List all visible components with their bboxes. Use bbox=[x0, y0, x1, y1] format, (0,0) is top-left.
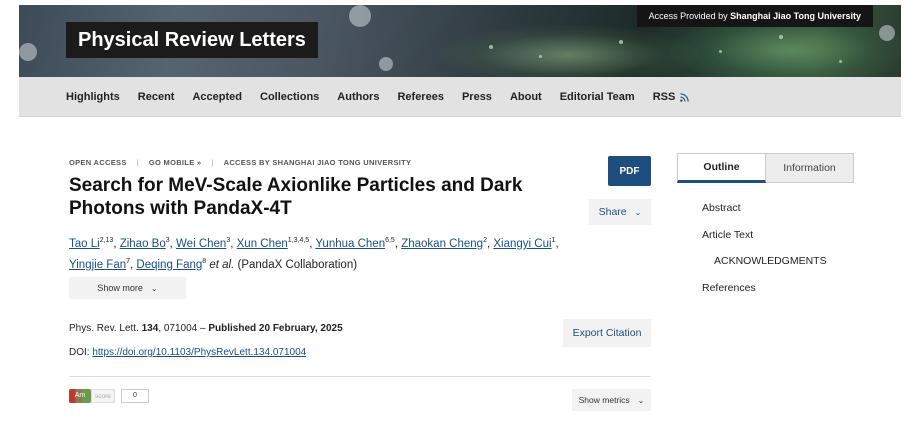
access-by-label: ACCESS BY SHANGHAI JIAO TONG UNIVERSITY bbox=[223, 158, 412, 167]
divider: | bbox=[211, 158, 214, 167]
doi-link[interactable]: https://doi.org/10.1103/PhysRevLett.134.… bbox=[92, 347, 306, 358]
article-meta-row: OPEN ACCESS | GO MOBILE » | ACCESS BY SH… bbox=[69, 158, 411, 167]
author-affiliation: 7 bbox=[126, 257, 131, 265]
access-institution: Shanghai Jiao Tong University bbox=[730, 11, 861, 21]
article-title: Search for MeV-Scale Axionlike Particles… bbox=[69, 175, 523, 219]
show-more-button[interactable]: Show more ⌄ bbox=[69, 277, 186, 299]
author-affiliation: 1,3,4,5 bbox=[287, 237, 310, 244]
nav-item-recent[interactable]: Recent bbox=[138, 91, 175, 103]
banner-speck bbox=[619, 40, 623, 44]
author-affiliation: 8 bbox=[202, 257, 207, 265]
author-link[interactable]: Tao Li bbox=[69, 238, 100, 250]
show-more-label: Show more bbox=[97, 283, 143, 293]
altmetric-badge-icon: Am bbox=[69, 389, 91, 403]
author-affiliation: 3 bbox=[226, 237, 231, 244]
author-link[interactable]: Zhaokan Cheng bbox=[401, 238, 483, 250]
outline-item-abstract[interactable]: Abstract bbox=[702, 202, 827, 229]
rss-icon bbox=[680, 92, 689, 102]
citation-line: Phys. Rev. Lett. 134, 071004 – Published… bbox=[69, 323, 343, 334]
chevron-down-icon: ⌄ bbox=[150, 283, 158, 293]
author-affiliation: 2 bbox=[483, 237, 487, 244]
author-link[interactable]: Xun Chen bbox=[237, 238, 288, 250]
outline-item-acknowledgments[interactable]: ACKNOWLEDGMENTS bbox=[702, 255, 827, 282]
pdf-button[interactable]: PDF bbox=[608, 156, 651, 186]
chevron-down-icon: ⌄ bbox=[634, 207, 642, 217]
nav-item-about[interactable]: About bbox=[510, 91, 542, 103]
tab-information[interactable]: Information bbox=[766, 153, 854, 183]
share-button[interactable]: Share ⌄ bbox=[589, 199, 651, 225]
banner-speck bbox=[779, 35, 783, 39]
outline-list: Abstract Article Text ACKNOWLEDGMENTS Re… bbox=[702, 202, 827, 308]
nav-item-rss[interactable]: RSS bbox=[653, 91, 690, 103]
tab-outline[interactable]: Outline bbox=[677, 153, 766, 183]
chevron-down-icon: ⌄ bbox=[637, 395, 645, 405]
author-link[interactable]: Xiangyi Cui bbox=[493, 238, 551, 250]
collaboration-name: (PandaX Collaboration) bbox=[237, 258, 358, 271]
doi-line: DOI: https://doi.org/10.1103/PhysRevLett… bbox=[69, 347, 306, 358]
outline-item-references[interactable]: References bbox=[702, 282, 827, 309]
go-mobile-link[interactable]: GO MOBILE » bbox=[149, 158, 201, 167]
open-access-label: OPEN ACCESS bbox=[69, 158, 127, 167]
banner-bubble bbox=[349, 5, 371, 27]
share-label: Share bbox=[598, 206, 627, 218]
published-date: Published 20 February, 2025 bbox=[208, 323, 343, 334]
banner-speck bbox=[719, 50, 722, 53]
access-prefix: Access Provided by bbox=[648, 11, 728, 21]
author-affiliation: 3 bbox=[165, 237, 170, 244]
author-link[interactable]: Deqing Fang bbox=[136, 259, 202, 271]
author-link[interactable]: Yunhua Chen bbox=[315, 238, 385, 250]
outline-item-article-text[interactable]: Article Text bbox=[702, 229, 827, 256]
access-provided-bar: Access Provided by Shanghai Jiao Tong Un… bbox=[636, 5, 873, 27]
nav-item-authors[interactable]: Authors bbox=[337, 91, 379, 103]
author-affiliation: 2,13 bbox=[99, 237, 114, 244]
journal-title[interactable]: Physical Review Letters bbox=[66, 22, 318, 58]
divider bbox=[69, 376, 651, 377]
banner-speck bbox=[539, 55, 542, 58]
sidebar-tabs: Outline Information bbox=[677, 153, 854, 183]
nav-item-press[interactable]: Press bbox=[462, 91, 492, 103]
divider: | bbox=[136, 158, 139, 167]
export-citation-button[interactable]: Export Citation bbox=[563, 319, 651, 347]
nav-item-referees[interactable]: Referees bbox=[397, 91, 443, 103]
altmetric-score: 0 bbox=[120, 389, 149, 403]
main-nav: Highlights Recent Accepted Collections A… bbox=[19, 77, 901, 117]
volume: 134 bbox=[141, 323, 159, 334]
author-affiliation: 6,5 bbox=[385, 237, 395, 244]
altmetric-widget[interactable]: Am score 0 bbox=[69, 389, 149, 403]
altmetric-score-label: score bbox=[91, 389, 115, 403]
author-link[interactable]: Zihao Bo bbox=[120, 238, 166, 250]
nav-item-highlights[interactable]: Highlights bbox=[66, 91, 120, 103]
author-affiliation: 1 bbox=[551, 237, 556, 244]
nav-item-collections[interactable]: Collections bbox=[260, 91, 319, 103]
banner-bubble bbox=[19, 43, 37, 61]
banner-bubble bbox=[879, 25, 895, 41]
nav-item-editorial-team[interactable]: Editorial Team bbox=[560, 91, 635, 103]
show-metrics-label: Show metrics bbox=[578, 395, 630, 405]
banner-speck bbox=[839, 60, 842, 63]
author-link[interactable]: Yingjie Fan bbox=[69, 259, 126, 271]
et-al: et al. bbox=[209, 258, 235, 271]
journal-abbrev: Phys. Rev. Lett. bbox=[69, 323, 139, 334]
nav-item-accepted[interactable]: Accepted bbox=[192, 91, 242, 103]
banner-speck bbox=[489, 45, 493, 49]
banner-bubble bbox=[379, 57, 393, 71]
doi-label: DOI: bbox=[69, 347, 90, 358]
show-metrics-button[interactable]: Show metrics ⌄ bbox=[572, 389, 651, 411]
article-number: , 071004 – bbox=[158, 323, 206, 334]
author-link[interactable]: Wei Chen bbox=[176, 238, 226, 250]
nav-item-rss-label: RSS bbox=[652, 91, 676, 103]
banner-glow bbox=[439, 25, 699, 77]
author-list: Tao Li2,13, Zihao Bo3, Wei Chen3, Xun Ch… bbox=[69, 237, 559, 271]
